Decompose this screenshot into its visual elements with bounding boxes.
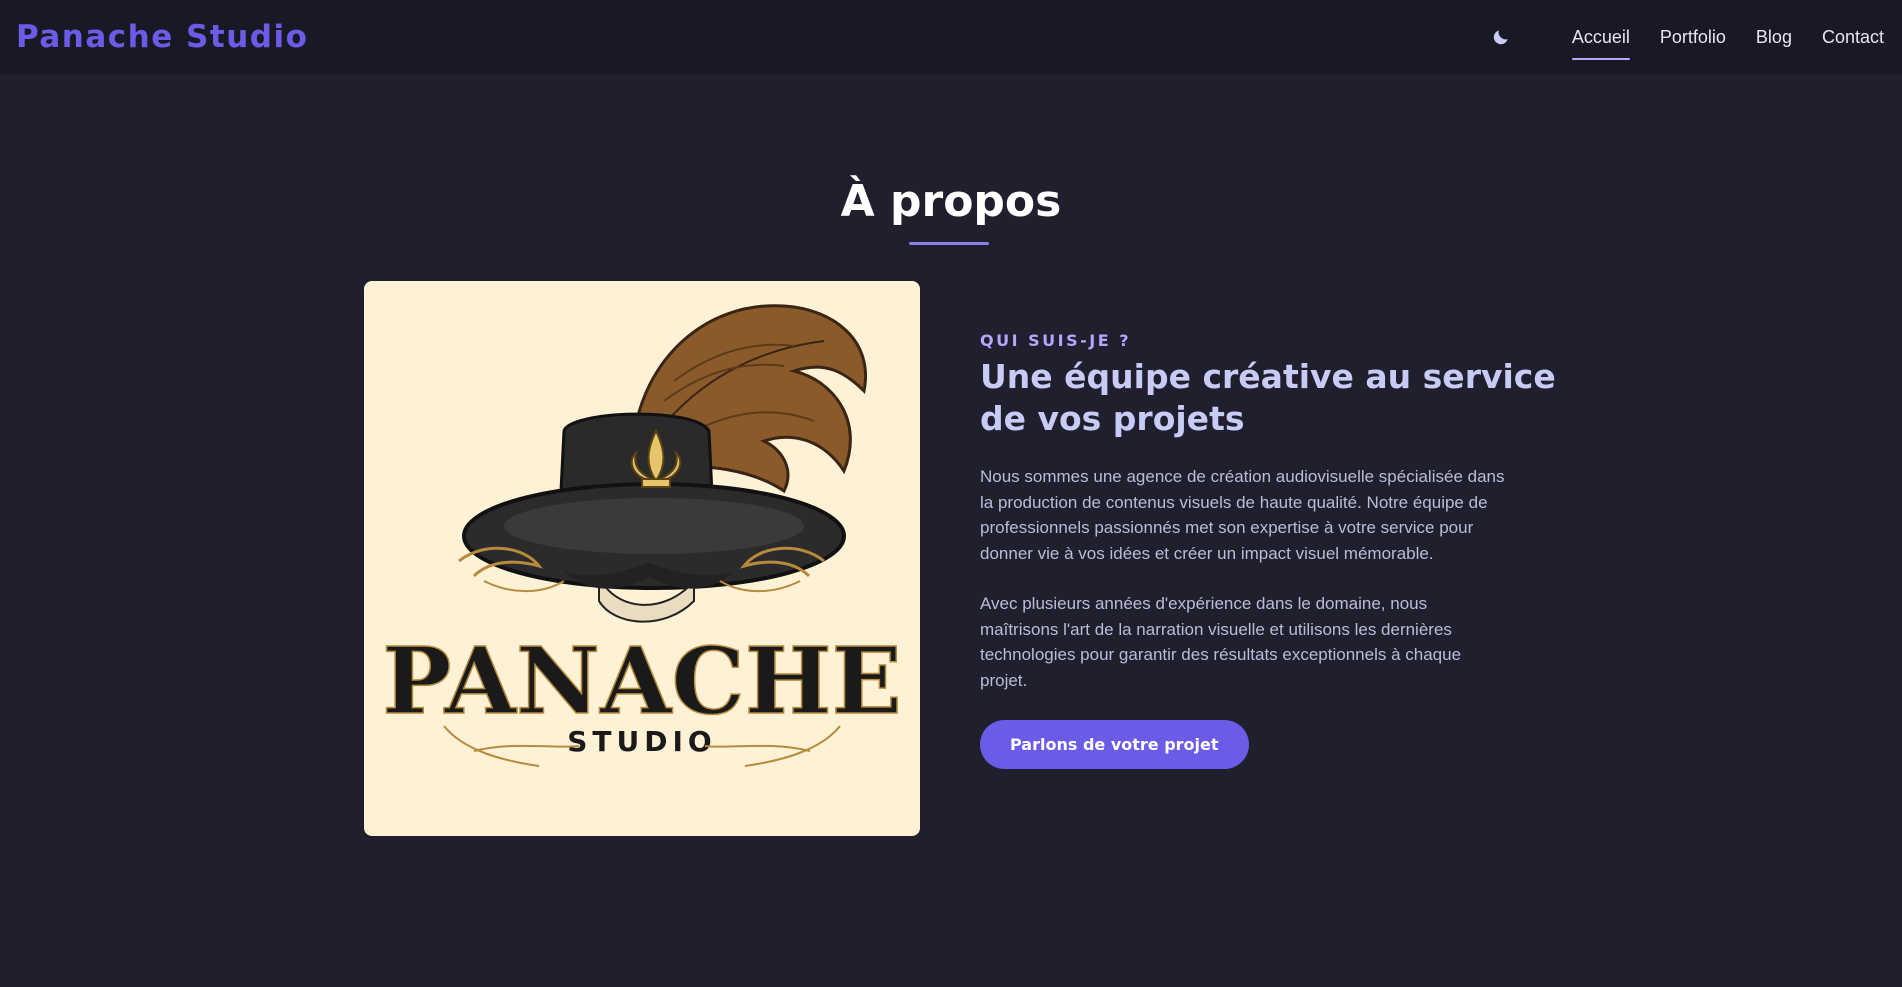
about-heading: Une équipe créative au service de vos pr… <box>980 357 1556 438</box>
panache-logo-illustration: PANACHE STUDIO <box>381 304 903 767</box>
title-underline <box>909 242 989 245</box>
nav-link-blog[interactable]: Blog <box>1756 21 1792 54</box>
moon-icon <box>1493 30 1508 45</box>
about-paragraph-1: Nous sommes une agence de création audio… <box>980 467 1505 563</box>
logo-subtitle: STUDIO <box>567 725 716 758</box>
nav-link-contact[interactable]: Contact <box>1822 21 1884 54</box>
about-text-column: QUI SUIS-JE ? Une équipe créative au ser… <box>980 331 1556 769</box>
about-paragraph-2: Avec plusieurs années d'expérience dans … <box>980 594 1462 690</box>
studio-logo-image: PANACHE STUDIO <box>364 281 920 836</box>
about-kicker: QUI SUIS-JE ? <box>980 331 1131 350</box>
nav-right: Accueil Portfolio Blog Contact <box>1486 21 1884 60</box>
nav-link-portfolio[interactable]: Portfolio <box>1660 21 1726 54</box>
logo-wordmark: PANACHE <box>382 627 902 735</box>
navbar: Panache Studio Accueil Portfolio Blog Co… <box>0 0 1902 74</box>
contact-cta-button[interactable]: Parlons de votre projet <box>980 720 1249 769</box>
section-title: À propos <box>840 176 1062 227</box>
main-nav: Accueil Portfolio Blog Contact <box>1542 21 1884 60</box>
theme-toggle-button[interactable] <box>1486 22 1516 52</box>
brand-logo-text[interactable]: Panache Studio <box>16 19 308 55</box>
nav-link-accueil[interactable]: Accueil <box>1571 21 1630 60</box>
